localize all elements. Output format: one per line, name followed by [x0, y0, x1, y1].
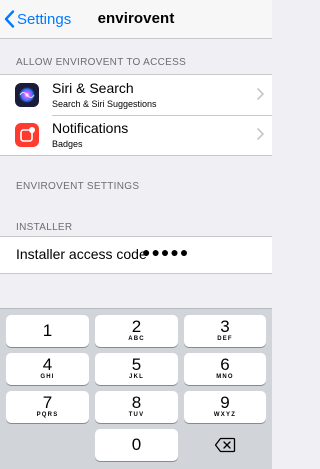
- section-header-access: ALLOW ENVIROVENT TO ACCESS: [16, 57, 187, 68]
- key-8[interactable]: 8 TUV: [95, 391, 178, 423]
- page-title: envirovent: [97, 10, 175, 27]
- notifications-cell[interactable]: Notifications Badges: [0, 115, 272, 155]
- installer-code-field[interactable]: Installer access code ●●●●●: [0, 237, 272, 273]
- key-4[interactable]: 4 GHI: [6, 353, 89, 385]
- access-group: Siri & Search Search & Siri Suggestions …: [0, 74, 272, 156]
- installer-code-label: Installer access code: [16, 246, 147, 262]
- key-3[interactable]: 3 DEF: [184, 315, 266, 347]
- backspace-icon: [214, 437, 236, 453]
- numeric-keypad: 1 2 ABC 3 DEF 4 GHI 5 JKL 6 MNO 7 PQRS 8…: [0, 308, 272, 469]
- navigation-bar: Settings envirovent: [0, 0, 272, 39]
- key-0[interactable]: 0: [95, 429, 178, 461]
- delete-key[interactable]: [184, 429, 266, 461]
- key-6[interactable]: 6 MNO: [184, 353, 266, 385]
- installer-code-value[interactable]: ●●●●●: [142, 244, 189, 260]
- chevron-right-icon: [257, 88, 264, 100]
- notifications-icon: [15, 123, 39, 147]
- key-blank: [6, 429, 89, 461]
- siri-search-title: Siri & Search: [52, 80, 134, 96]
- section-header-installer: INSTALLER: [16, 222, 73, 233]
- installer-group: Installer access code ●●●●●: [0, 236, 272, 274]
- key-1[interactable]: 1: [6, 315, 89, 347]
- key-2[interactable]: 2 ABC: [95, 315, 178, 347]
- chevron-right-icon: [257, 128, 264, 140]
- notifications-title: Notifications: [52, 120, 129, 136]
- section-header-settings: ENVIROVENT SETTINGS: [16, 181, 140, 192]
- siri-search-cell[interactable]: Siri & Search Search & Siri Suggestions: [0, 75, 272, 115]
- key-9[interactable]: 9 WXYZ: [184, 391, 266, 423]
- siri-search-subtitle: Search & Siri Suggestions: [52, 99, 157, 109]
- siri-icon: [15, 83, 39, 107]
- key-7[interactable]: 7 PQRS: [6, 391, 89, 423]
- notifications-subtitle: Badges: [52, 139, 83, 149]
- key-5[interactable]: 5 JKL: [95, 353, 178, 385]
